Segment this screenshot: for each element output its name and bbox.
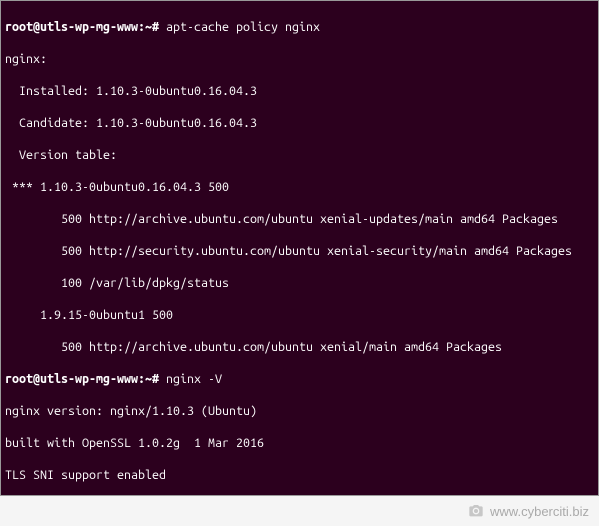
command-2: nginx -V <box>166 372 222 386</box>
command-1: apt-cache policy nginx <box>166 20 320 34</box>
out1-l8: 100 /var/lib/dpkg/status <box>5 275 594 291</box>
out1-l4: Version table: <box>5 147 594 163</box>
terminal-content: root@utls-wp-mg-www:~# apt-cache policy … <box>1 1 598 496</box>
prompt-line-2: root@utls-wp-mg-www:~# nginx -V <box>5 371 594 387</box>
out1-l7: 500 http://security.ubuntu.com/ubuntu xe… <box>5 243 594 259</box>
watermark-text: www.cyberciti.biz <box>490 504 589 519</box>
prompt-cwd: :~# <box>138 20 159 34</box>
prompt-line-1: root@utls-wp-mg-www:~# apt-cache policy … <box>5 19 594 35</box>
out2-l1: nginx version: nginx/1.10.3 (Ubuntu) <box>5 403 594 419</box>
out1-l9: 1.9.15-0ubuntu1 500 <box>5 307 594 323</box>
out1-l6: 500 http://archive.ubuntu.com/ubuntu xen… <box>5 211 594 227</box>
out2-l3: TLS SNI support enabled <box>5 467 594 483</box>
camera-icon <box>468 503 484 519</box>
watermark-bar: www.cyberciti.biz <box>0 496 599 526</box>
prompt-user-host: root@utls-wp-mg-www <box>5 20 138 34</box>
out2-l2: built with OpenSSL 1.0.2g 1 Mar 2016 <box>5 435 594 451</box>
prompt-user-host: root@utls-wp-mg-www <box>5 372 138 386</box>
out1-l3: Candidate: 1.10.3-0ubuntu0.16.04.3 <box>5 115 594 131</box>
terminal-window[interactable]: root@utls-wp-mg-www:~# apt-cache policy … <box>0 0 599 496</box>
out1-l10: 500 http://archive.ubuntu.com/ubuntu xen… <box>5 339 594 355</box>
out1-l5: *** 1.10.3-0ubuntu0.16.04.3 500 <box>5 179 594 195</box>
out1-l2: Installed: 1.10.3-0ubuntu0.16.04.3 <box>5 83 594 99</box>
out1-l1: nginx: <box>5 51 594 67</box>
prompt-cwd: :~# <box>138 372 159 386</box>
